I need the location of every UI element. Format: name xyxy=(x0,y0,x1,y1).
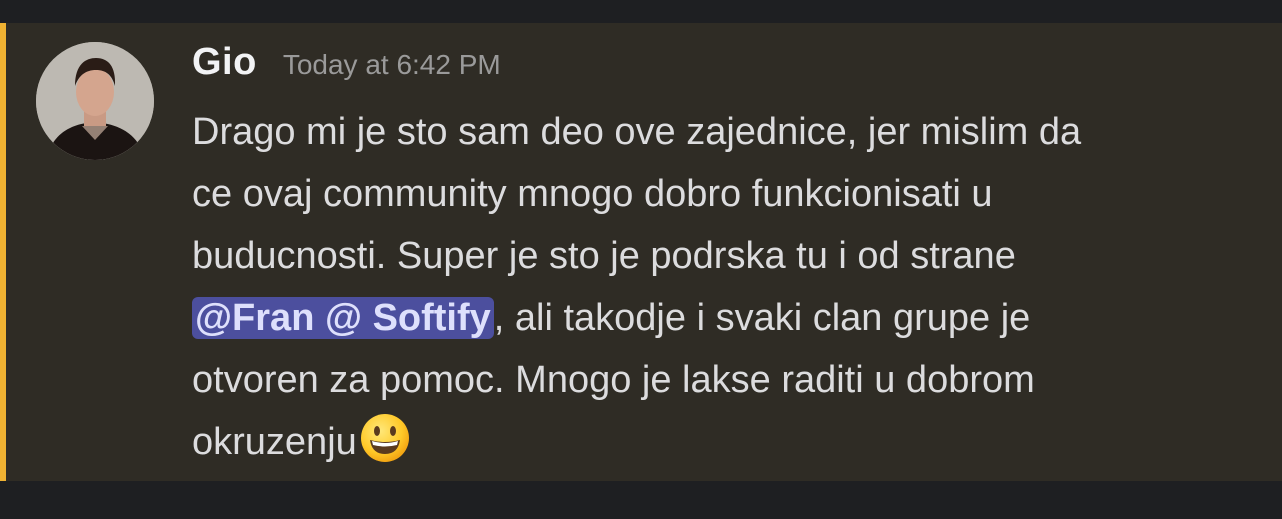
message-line: okruzenju xyxy=(192,411,1262,473)
message-text: okruzenju xyxy=(192,421,357,463)
username[interactable]: Gio xyxy=(192,41,257,84)
message-content: Drago mi je sto sam deo ove zajednice, j… xyxy=(192,101,1262,473)
message-line: ce ovaj community mnogo dobro funkcionis… xyxy=(192,173,993,215)
timestamp[interactable]: Today at 6:42 PM xyxy=(283,49,501,81)
message-line: @Fran @ Softify, ali takodje i svaki cla… xyxy=(192,287,1262,349)
message-header: Gio Today at 6:42 PM xyxy=(192,41,501,91)
mention-highlight-bar xyxy=(0,23,6,481)
message-line: Drago mi je sto sam deo ove zajednice, j… xyxy=(192,111,1082,153)
user-mention[interactable]: @Fran @ Softify xyxy=(192,297,494,339)
message-line: buducnosti. Super je sto je podrska tu i… xyxy=(192,235,1016,277)
message-text: , ali takodje i svaki clan grupe je xyxy=(493,297,1031,339)
message-line: otvoren za pomoc. Mnogo je lakse raditi … xyxy=(192,359,1035,401)
avatar[interactable] xyxy=(36,42,154,160)
chat-message[interactable]: Gio Today at 6:42 PM Drago mi je sto sam… xyxy=(0,23,1282,481)
chat-viewport: Gio Today at 6:42 PM Drago mi je sto sam… xyxy=(0,0,1282,519)
grinning-face-icon[interactable] xyxy=(359,412,411,464)
